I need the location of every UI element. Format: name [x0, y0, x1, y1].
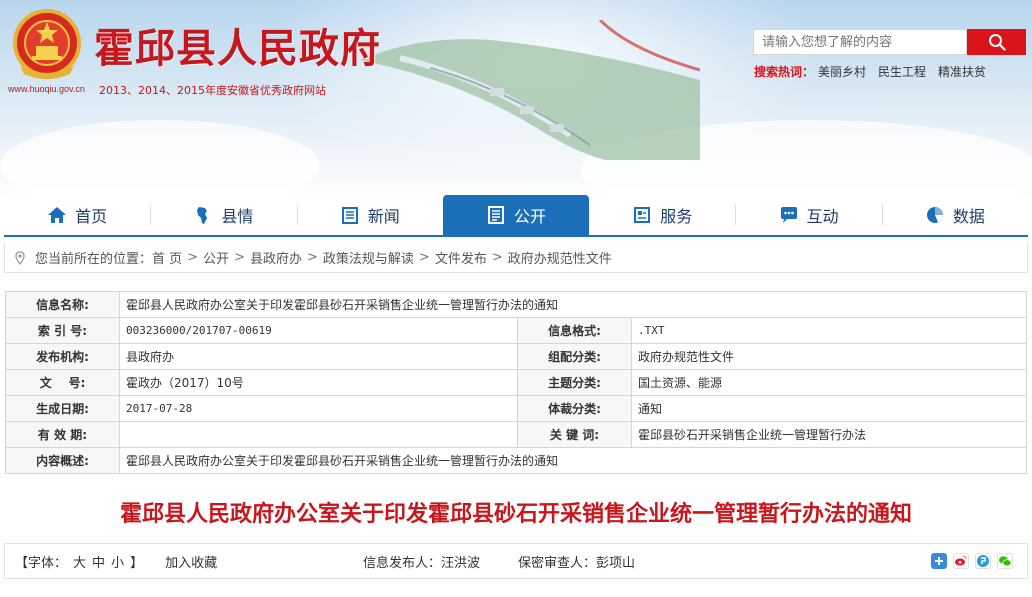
- info-value: 霍邱县人民政府办公室关于印发霍邱县砂石开采销售企业统一管理暂行办法的通知: [119, 291, 1027, 318]
- hot-word-link[interactable]: 精准扶贫: [938, 63, 986, 80]
- breadcrumb-link[interactable]: 公开: [203, 248, 229, 267]
- font-size-controls: 【字体： 大 中 小 】: [15, 552, 143, 571]
- wechat-icon[interactable]: [997, 553, 1013, 569]
- nav-item-data[interactable]: 数据: [881, 195, 1028, 235]
- home-icon: [48, 207, 67, 223]
- info-label: 组配分类:: [517, 343, 632, 370]
- breadcrumb-prefix: 您当前所在的位置：: [35, 252, 153, 267]
- info-value: 霍政办（2017）10号: [119, 369, 518, 396]
- table-row: 内容概述: 霍邱县人民政府办公室关于印发霍邱县砂石开采销售企业统一管理暂行办法的…: [5, 447, 1027, 474]
- table-row: 文 号: 霍政办（2017）10号 主题分类: 国土资源、能源: [5, 369, 1027, 396]
- nav-item-news[interactable]: 新闻: [296, 195, 443, 235]
- font-medium-button[interactable]: 中: [92, 552, 105, 571]
- nav-item-label: 新闻: [367, 207, 400, 226]
- breadcrumb-link[interactable]: 首 页: [152, 248, 182, 267]
- qq-space-icon[interactable]: [975, 553, 991, 569]
- share-buttons: [931, 553, 1013, 569]
- breadcrumb-link[interactable]: 政府办规范性文件: [508, 248, 612, 267]
- document-info-table: 信息名称: 霍邱县人民政府办公室关于印发霍邱县砂石开采销售企业统一管理暂行办法的…: [5, 291, 1027, 474]
- font-size-bracket: 】: [130, 555, 144, 571]
- search-icon: [988, 34, 1006, 51]
- hot-word-link[interactable]: 民生工程: [878, 63, 926, 80]
- info-value: [119, 421, 518, 448]
- info-value: 通知: [631, 395, 1027, 422]
- breadcrumb-link[interactable]: 政策法规与解读: [323, 248, 414, 267]
- font-size-label: 【字体：: [15, 555, 68, 571]
- article-toolbar: 【字体： 大 中 小 】 加入收藏 信息发布人：汪洪波 保密审查人：彭项山: [4, 543, 1028, 579]
- breadcrumb-separator: >: [234, 250, 245, 265]
- map-icon: [197, 207, 208, 224]
- nav-item-label: 县情: [221, 207, 254, 226]
- add-favorite-link[interactable]: 加入收藏: [165, 552, 217, 571]
- chat-icon: [780, 207, 797, 223]
- table-row: 生成日期: 2017-07-28 体裁分类: 通知: [5, 395, 1027, 422]
- info-value: 县政府办: [119, 343, 518, 370]
- breadcrumb-separator: >: [307, 250, 318, 265]
- table-row: 有 效 期: 关 键 词: 霍邱县砂石开采销售企业统一管理暂行办法: [5, 421, 1027, 448]
- banner-landscape: [360, 20, 700, 160]
- search-input[interactable]: [753, 29, 967, 55]
- info-value: 霍邱县人民政府办公室关于印发霍邱县砂石开采销售企业统一管理暂行办法的通知: [119, 447, 1027, 474]
- info-label: 主题分类:: [517, 369, 632, 396]
- breadcrumb: 您当前所在的位置： 首 页 > 公开 > 县政府办 > 政策法规与解读 > 文件…: [4, 243, 1028, 273]
- info-label: 内容概述:: [5, 447, 120, 474]
- info-label: 文 号:: [5, 369, 120, 396]
- info-value: 霍邱县砂石开采销售企业统一管理暂行办法: [631, 421, 1027, 448]
- document-icon: [487, 206, 504, 224]
- nav-item-label: 首页: [75, 207, 108, 226]
- weibo-icon[interactable]: [953, 553, 969, 569]
- info-label: 关 键 词:: [517, 421, 632, 448]
- hot-words-label: 搜索热词：: [754, 65, 815, 79]
- breadcrumb-separator: >: [187, 250, 199, 265]
- breadcrumb-link[interactable]: 文件发布: [435, 248, 487, 267]
- chart-icon: [926, 207, 943, 223]
- nav-item-public[interactable]: 公开: [442, 195, 590, 235]
- site-title[interactable]: 霍邱县人民政府: [94, 16, 381, 74]
- info-label: 发布机构:: [5, 343, 120, 370]
- info-value: 国土资源、能源: [631, 369, 1027, 396]
- location-pin-icon: [15, 250, 25, 265]
- info-label: 有 效 期:: [5, 421, 120, 448]
- article-title: 霍邱县人民政府办公室关于印发霍邱县砂石开采销售企业统一管理暂行办法的通知: [119, 502, 912, 527]
- publisher-info: 信息发布人：汪洪波: [363, 555, 481, 571]
- nav-item-label: 数据: [952, 207, 985, 226]
- font-large-button[interactable]: 大: [73, 552, 86, 571]
- reviewer-info: 保密审查人：彭项山: [518, 555, 636, 571]
- info-value: 政府办规范性文件: [631, 343, 1027, 370]
- national-emblem-icon: [13, 9, 81, 79]
- info-label: 索 引 号:: [5, 317, 120, 344]
- info-value: 2017-07-28: [119, 395, 518, 422]
- info-label: 生成日期:: [5, 395, 120, 422]
- nav-item-county[interactable]: 县情: [150, 195, 296, 235]
- hot-words: 搜索热词： 美丽乡村 民生工程 精准扶贫: [754, 63, 986, 80]
- breadcrumb-separator: >: [491, 250, 503, 265]
- nav-item-home[interactable]: 首页: [4, 195, 150, 235]
- info-label: 体裁分类:: [517, 395, 632, 422]
- news-icon: [341, 207, 358, 224]
- nav-item-label: 公开: [513, 207, 546, 226]
- info-value: 003236000/201707-00619: [119, 317, 518, 344]
- table-row: 信息名称: 霍邱县人民政府办公室关于印发霍邱县砂石开采销售企业统一管理暂行办法的…: [5, 291, 1027, 318]
- main-nav: 首页 县情 新闻 公开 服务 互动 数据: [4, 195, 1028, 237]
- site-url: www.huoqiu.gov.cn: [8, 84, 85, 94]
- nav-item-service[interactable]: 服务: [589, 195, 735, 235]
- breadcrumb-link[interactable]: 县政府办: [250, 248, 302, 267]
- info-value: .TXT: [631, 317, 1027, 344]
- site-subtitle: 2013、2014、2015年度安徽省优秀政府网站: [99, 84, 326, 97]
- table-row: 索 引 号: 003236000/201707-00619 信息格式: .TXT: [5, 317, 1027, 344]
- search-button[interactable]: [967, 29, 1026, 55]
- hot-word-link[interactable]: 美丽乡村: [818, 63, 866, 80]
- nav-item-label: 服务: [660, 207, 693, 226]
- info-label: 信息名称:: [5, 291, 120, 318]
- nav-item-label: 互动: [806, 207, 839, 226]
- table-row: 发布机构: 县政府办 组配分类: 政府办规范性文件: [5, 343, 1027, 370]
- banner-cloud: [0, 120, 320, 200]
- breadcrumb-separator: >: [418, 250, 430, 265]
- service-icon: [634, 207, 651, 223]
- nav-item-interaction[interactable]: 互动: [735, 195, 881, 235]
- info-label: 信息格式:: [517, 317, 632, 344]
- share-more-icon[interactable]: [931, 553, 947, 569]
- font-small-button[interactable]: 小: [111, 552, 124, 571]
